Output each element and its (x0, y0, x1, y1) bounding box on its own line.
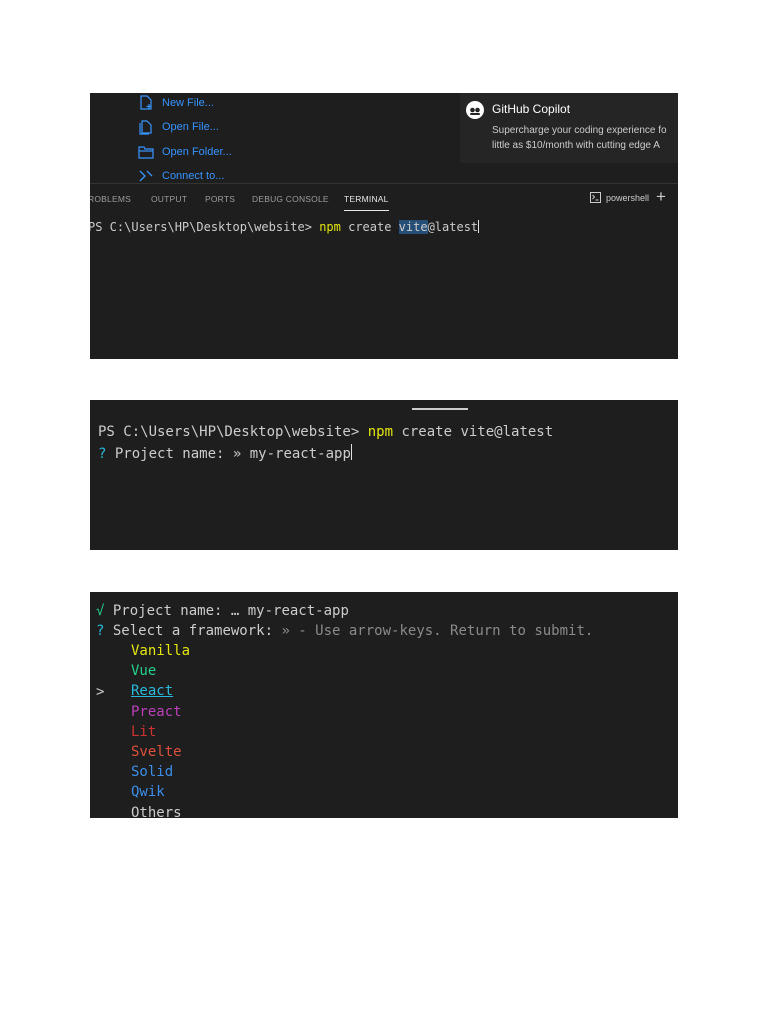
panel-tab-bar: ROBLEMS OUTPUT PORTS DEBUG CONSOLE TERMI… (90, 183, 678, 214)
vscode-screenshot-1: New File... Open File... Open Folder... … (90, 93, 678, 359)
tab-ports[interactable]: PORTS (205, 194, 235, 204)
copilot-desc-line-1: Supercharge your coding experience fo (492, 125, 667, 136)
terminal-screenshot-2: PS C:\Users\HP\Desktop\website> npm crea… (90, 400, 678, 550)
copilot-title: GitHub Copilot (492, 102, 571, 116)
copilot-desc-line-2: little as $10/month with cutting edge A (492, 140, 660, 151)
framework-option-solid[interactable]: Solid (131, 764, 173, 780)
framework-option-others[interactable]: Others (131, 805, 182, 818)
terminal-command-line: PS C:\Users\HP\Desktop\website> npm crea… (90, 220, 480, 234)
framework-option-vanilla[interactable]: Vanilla (131, 643, 190, 659)
cmd-rest: create vite@latest (393, 424, 554, 440)
framework-option-svelte[interactable]: Svelte (131, 744, 182, 760)
powershell-button[interactable]: powershell (590, 192, 649, 203)
tab-terminal[interactable]: TERMINAL (344, 194, 389, 211)
copilot-card[interactable]: GitHub Copilot Supercharge your coding e… (460, 93, 678, 163)
framework-option-vue[interactable]: Vue (131, 663, 156, 679)
framework-option-qwik[interactable]: Qwik (131, 784, 165, 800)
terminal-icon (590, 192, 601, 203)
new-terminal-plus-icon[interactable]: + (656, 187, 666, 207)
powershell-label: powershell (606, 192, 650, 203)
framework-question-line: ? Select a framework: » - Use arrow-keys… (96, 623, 593, 639)
prompt: PS C:\Users\HP\Desktop\website> (98, 424, 368, 440)
copilot-description: Supercharge your coding experience fo li… (492, 123, 678, 153)
new-file-icon (140, 95, 152, 110)
prompt: PS C:\Users\HP\Desktop\website> (90, 220, 320, 234)
open-folder-label: Open Folder... (162, 146, 232, 158)
open-file-link[interactable]: Open File... (138, 119, 219, 135)
framework-option-preact[interactable]: Preact (131, 704, 182, 720)
new-file-link[interactable]: New File... (138, 95, 214, 111)
terminal-screenshot-3: √ Project name: … my-react-app ? Select … (90, 592, 678, 818)
project-name-prompt: ? Project name: » my-react-app (98, 444, 352, 462)
framework-option-react[interactable]: React (131, 683, 173, 699)
connect-to-label: Connect to... (162, 170, 225, 182)
question-text: Select a framework: (104, 623, 282, 639)
done-label: Project name: … (104, 603, 248, 619)
cmd-latest: @latest (427, 220, 479, 234)
selection-pointer-icon: > (96, 684, 105, 700)
new-file-label: New File... (162, 97, 214, 109)
cmd-create: create (340, 220, 399, 234)
connect-icon (139, 170, 153, 182)
done-value: my-react-app (247, 603, 349, 619)
project-name-input[interactable]: my-react-app (250, 446, 351, 462)
tab-output[interactable]: OUTPUT (151, 194, 187, 204)
framework-option-lit[interactable]: Lit (131, 724, 156, 740)
open-file-icon (139, 120, 152, 135)
cmd-npm: npm (319, 220, 341, 234)
cmd-vite-selected: vite (398, 220, 428, 234)
cmd-npm: npm (367, 424, 394, 440)
connect-to-link[interactable]: Connect to... (138, 168, 224, 184)
open-folder-icon (138, 146, 154, 159)
project-name-done-line: √ Project name: … my-react-app (96, 603, 349, 619)
open-file-label: Open File... (162, 121, 219, 133)
question-hint: » - Use arrow-keys. Return to submit. (281, 623, 594, 639)
open-folder-link[interactable]: Open Folder... (138, 144, 232, 160)
copilot-icon (466, 101, 484, 119)
tab-problems[interactable]: ROBLEMS (90, 194, 131, 204)
terminal-command-line: PS C:\Users\HP\Desktop\website> npm crea… (98, 424, 553, 440)
question-text: Project name: » (106, 446, 250, 462)
tab-debug-console[interactable]: DEBUG CONSOLE (252, 194, 329, 204)
text-cursor (350, 444, 352, 460)
text-cursor (478, 220, 480, 233)
active-tab-underline (412, 408, 468, 410)
